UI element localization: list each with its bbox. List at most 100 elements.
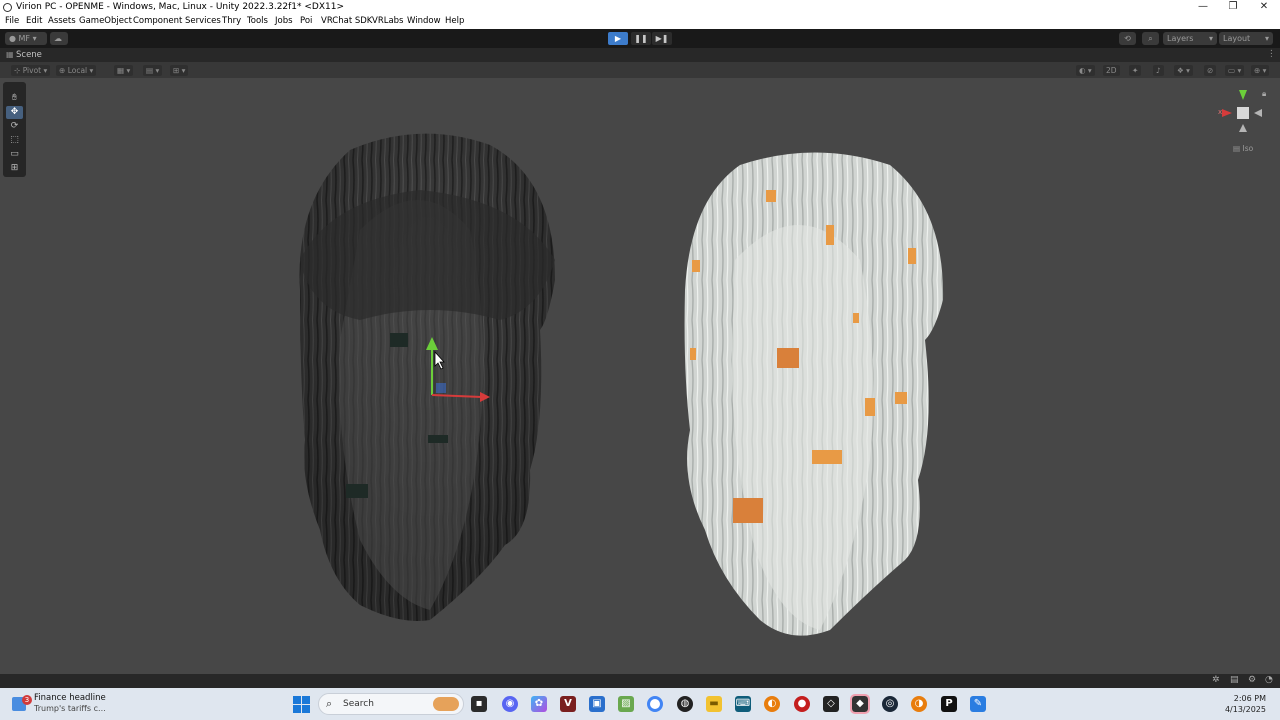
search-button[interactable]: ⌕ — [1142, 32, 1159, 45]
scene-viewport[interactable]: x 🔒︎ ▤ Iso — [0, 78, 1280, 674]
local-icon: ⊕ — [59, 66, 66, 75]
menu-tools[interactable]: Tools — [247, 16, 268, 26]
more-options-icon[interactable]: ⋮ — [1267, 49, 1276, 59]
camera-settings-dropdown[interactable]: ▭ ▾ — [1225, 65, 1245, 76]
cloud-button[interactable]: ☁ — [50, 32, 68, 45]
grid-snapping-dropdown[interactable]: ▦ ▾ — [114, 65, 134, 76]
search-placeholder: Search — [343, 699, 374, 709]
iso-label[interactable]: ▤ Iso — [1233, 144, 1253, 153]
light-hair-model[interactable] — [684, 152, 944, 636]
steam-icon[interactable]: ◎ — [882, 696, 898, 712]
lighting-toggle[interactable]: ✦ — [1129, 65, 1142, 76]
cloud-icon: ☁ — [54, 34, 62, 43]
increment-snap-dropdown[interactable]: ▤ ▾ — [143, 65, 163, 76]
local-dropdown[interactable]: ⊕ Local ▾ — [56, 65, 97, 76]
layout-dropdown[interactable]: Layout ▾ — [1219, 32, 1273, 45]
menu-vrlabs[interactable]: VRLabs — [372, 16, 404, 26]
maximize-button[interactable]: ❐ — [1217, 0, 1249, 15]
unity-hub-icon[interactable]: ◇ — [823, 696, 839, 712]
menu-edit[interactable]: Edit — [26, 16, 42, 26]
paint-app-icon[interactable]: ✎ — [970, 696, 986, 712]
account-icon: ● — [9, 34, 16, 43]
menu-window[interactable]: Window — [407, 16, 441, 26]
news-widget-icon[interactable]: 3 — [12, 695, 32, 713]
microsoft-store-icon[interactable]: ▣ — [589, 696, 605, 712]
pivot-dropdown[interactable]: ⊹ Pivot ▾ — [11, 65, 51, 76]
iso-icon: ▤ — [1233, 144, 1241, 153]
search-highlight-icon — [433, 697, 459, 711]
windows-start-icon[interactable] — [293, 696, 310, 713]
grid-snap-icon: ▦ ▾ — [117, 66, 131, 75]
menu-jobs[interactable]: Jobs — [275, 16, 293, 26]
image-viewer-icon[interactable]: ▨ — [618, 696, 634, 712]
menu-poi[interactable]: Poi — [300, 16, 312, 26]
hidden-objects-toggle[interactable]: ⊘ — [1204, 65, 1217, 76]
chevron-down-icon: ▾ — [1264, 34, 1269, 43]
obs-icon[interactable]: ◍ — [677, 696, 693, 712]
pause-button[interactable]: ❚❚ — [631, 32, 651, 45]
settings-icon[interactable]: ⚙︎ — [1248, 675, 1256, 685]
menu-help[interactable]: Help — [445, 16, 464, 26]
audio-toggle[interactable]: ♪ — [1153, 65, 1164, 76]
draw-mode-dropdown[interactable]: ◐ ▾ — [1076, 65, 1095, 76]
file-explorer-icon[interactable]: ▬ — [706, 696, 722, 712]
clock-date[interactable]: 4/13/2025 — [1210, 705, 1266, 714]
menu-thry[interactable]: Thry — [222, 16, 241, 26]
shading-sphere-icon: ◐ ▾ — [1079, 66, 1092, 75]
orientation-gizmo[interactable] — [1222, 90, 1262, 132]
discord-icon[interactable]: ◉ — [502, 696, 518, 712]
scale-tool-icon[interactable]: ⬚ — [6, 134, 23, 147]
layers-stack-icon[interactable]: ▤ — [1230, 675, 1239, 685]
window-titlebar: Virion PC - OPENME - Windows, Mac, Linux… — [0, 0, 1280, 15]
menu-assets[interactable]: Assets — [48, 16, 76, 26]
tab-scene[interactable]: Scene — [16, 50, 42, 60]
taskbar-search[interactable]: ⌕ Search — [318, 693, 464, 715]
transform-tool-icon[interactable]: ⊞ — [6, 162, 23, 175]
clock-time[interactable]: 2:06 PM — [1210, 694, 1266, 703]
close-button[interactable]: ✕ — [1248, 0, 1280, 15]
menu-gameobject[interactable]: GameObject — [79, 16, 132, 26]
unity-app-icon — [3, 3, 12, 12]
vrchat-creator-icon[interactable]: V — [560, 696, 576, 712]
dark-hair-model[interactable] — [299, 133, 555, 622]
step-button[interactable]: ▶❚ — [652, 32, 672, 45]
history-button[interactable]: ⟲ — [1119, 32, 1136, 45]
hand-tool-icon[interactable]: ✋︎ — [6, 92, 23, 105]
blender-icon[interactable]: ◐ — [764, 696, 780, 712]
search-icon: ⌕ — [1148, 34, 1153, 43]
menu-component[interactable]: Component — [133, 16, 182, 26]
play-button[interactable]: ▶ — [608, 32, 628, 45]
status-bar: ✲ ▤ ⚙︎ ◔ — [0, 674, 1280, 688]
terminal-icon[interactable]: ⌨ — [735, 696, 751, 712]
iso-text: Iso — [1242, 144, 1254, 153]
effects-dropdown[interactable]: ❖ ▾ — [1174, 65, 1193, 76]
news-title[interactable]: Finance headline — [34, 693, 106, 703]
rotate-tool-icon[interactable]: ⟳ — [6, 120, 23, 133]
news-body[interactable]: Trump's tariffs c... — [34, 704, 106, 713]
minimize-button[interactable]: — — [1187, 0, 1219, 15]
snap-settings-dropdown[interactable]: ⊞ ▾ — [170, 65, 189, 76]
lock-icon[interactable]: 🔒︎ — [1262, 89, 1266, 99]
record-app-icon[interactable]: ● — [794, 696, 810, 712]
layers-dropdown[interactable]: Layers ▾ — [1163, 32, 1217, 45]
audio-icon: ♪ — [1156, 66, 1161, 75]
lightbulb-icon: ✦ — [1132, 66, 1139, 75]
menu-services[interactable]: Services — [185, 16, 221, 26]
copilot-icon[interactable]: ✿ — [531, 696, 547, 712]
2d-toggle[interactable]: 2D — [1103, 65, 1120, 76]
account-dropdown[interactable]: ● MF ▾ — [5, 32, 47, 45]
blender-alt-icon[interactable]: ◑ — [911, 696, 927, 712]
rect-tool-icon[interactable]: ▭ — [6, 148, 23, 161]
task-view-icon[interactable]: ▪ — [471, 696, 487, 712]
bug-icon[interactable]: ✲ — [1212, 675, 1220, 685]
menu-bar: File Edit Assets GameObject Component Se… — [0, 15, 1280, 29]
unity-editor-icon[interactable]: ◆ — [850, 694, 870, 714]
menu-vrchat-sdk[interactable]: VRChat SDK — [321, 16, 372, 26]
layout-label: Layout — [1223, 34, 1251, 43]
chrome-icon[interactable] — [647, 696, 663, 712]
move-tool-icon[interactable]: ✥ — [6, 106, 23, 119]
gizmos-dropdown[interactable]: ⊕ ▾ — [1251, 65, 1270, 76]
refresh-icon[interactable]: ◔ — [1265, 675, 1273, 685]
menu-file[interactable]: File — [5, 16, 19, 26]
jetbrains-icon[interactable]: P — [941, 696, 957, 712]
